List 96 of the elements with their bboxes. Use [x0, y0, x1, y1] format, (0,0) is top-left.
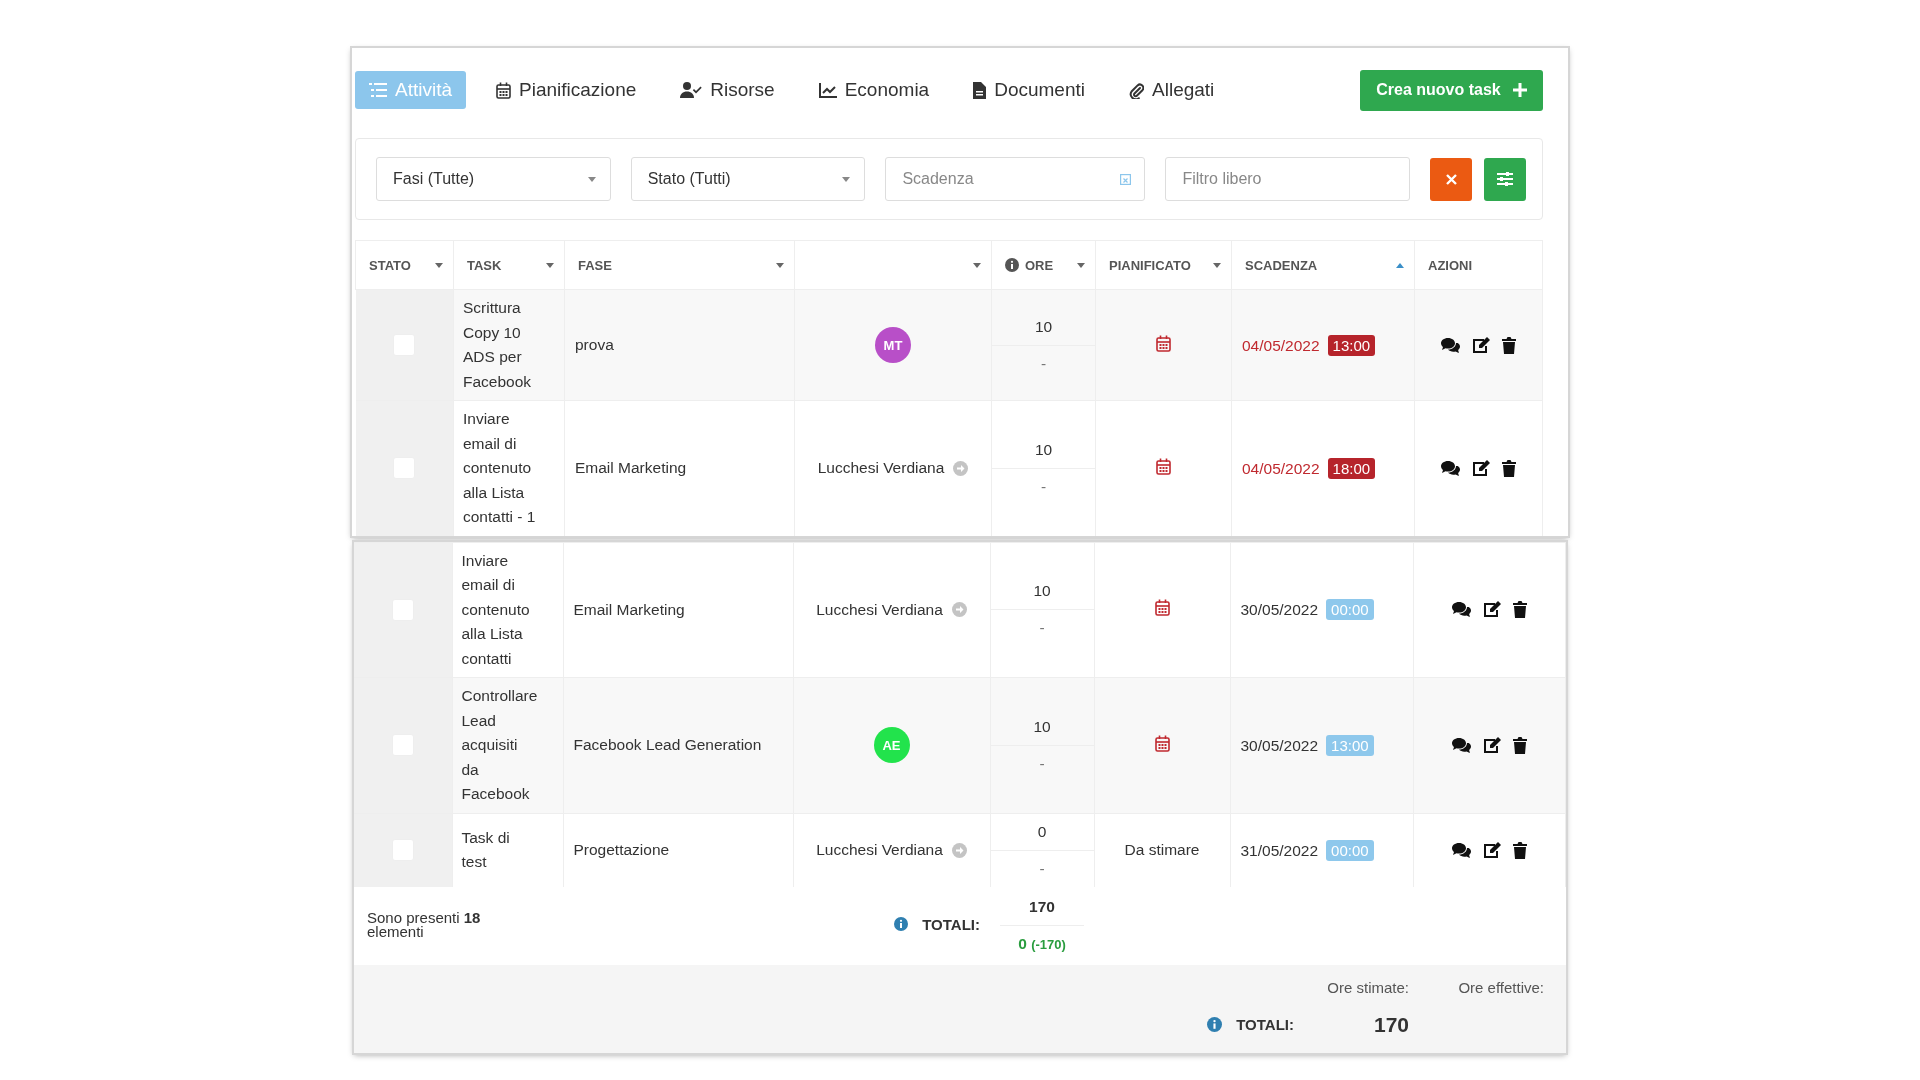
- task-name: Inviare email di contenuto alla Lista contatti: [461, 551, 530, 667]
- info-icon: [1207, 1017, 1223, 1032]
- assignee-name: Lucchesi Verdiana: [816, 600, 943, 619]
- edit-icon[interactable]: [1482, 736, 1501, 754]
- sliders-icon: [1497, 172, 1514, 186]
- comments-icon[interactable]: [1451, 737, 1471, 753]
- comments-icon[interactable]: [1451, 602, 1471, 618]
- estimated-hours: 10: [1033, 582, 1051, 601]
- tab[interactable]: Documenti: [959, 71, 1099, 109]
- actual-hours: -: [1039, 859, 1045, 878]
- filter-settings-button[interactable]: [1484, 157, 1526, 201]
- caret-down-icon[interactable]: [973, 262, 981, 268]
- actual-hours: -: [1039, 754, 1045, 773]
- avatar: MT: [875, 327, 911, 363]
- item-count: Sono presenti 18 elementi: [367, 910, 482, 939]
- planned-status: Da stimare: [1124, 841, 1200, 858]
- due-time-badge: 13:00: [1327, 334, 1376, 356]
- edit-icon[interactable]: [1482, 841, 1501, 859]
- date-field[interactable]: Scadenza: [885, 157, 1146, 201]
- caret-down-icon[interactable]: [546, 262, 554, 268]
- column-header[interactable]: AZIONI: [1428, 257, 1473, 273]
- task-name: Task di test: [461, 828, 510, 870]
- trash-icon[interactable]: [1512, 601, 1527, 619]
- total-estimated-hours: 170: [1372, 1012, 1409, 1037]
- trash-icon[interactable]: [1512, 841, 1527, 859]
- caret-down-icon: [842, 176, 851, 182]
- total-estimated-hours: 170: [1029, 898, 1055, 916]
- tab[interactable]: Allegati: [1115, 71, 1229, 109]
- estimated-hours: 10: [1034, 317, 1053, 336]
- task-name: Scrittura Copy 10 ADS per Facebook: [463, 299, 532, 390]
- due-date: 04/05/2022: [1242, 336, 1320, 354]
- task-name: Controllare Lead acquisiti da Facebook: [461, 687, 538, 802]
- phase-name: Email Marketing: [573, 600, 685, 618]
- assignee-name: Lucchesi Verdiana: [816, 841, 943, 859]
- document-icon: [973, 81, 987, 99]
- clear-filters-button[interactable]: [1430, 157, 1473, 201]
- column-header[interactable]: PIANIFICATO: [1109, 257, 1191, 273]
- paperclip-icon: [1129, 81, 1144, 99]
- edit-icon[interactable]: [1482, 601, 1501, 619]
- task-name: Inviare email di contenuto alla Lista contatti - 1: [463, 410, 536, 525]
- tab[interactable]: Pianificazione: [482, 71, 651, 109]
- actual-hours: -: [1040, 354, 1047, 373]
- phase-select[interactable]: Fasi (Tutte): [376, 157, 611, 201]
- edit-icon[interactable]: [1472, 459, 1490, 477]
- comments-icon[interactable]: [1441, 460, 1460, 476]
- caret-down-icon[interactable]: [776, 262, 784, 268]
- estimated-hours: 10: [1033, 717, 1051, 736]
- caret-down-icon: [587, 176, 596, 182]
- comments-icon[interactable]: [1451, 842, 1471, 858]
- due-date: 30/05/2022: [1240, 736, 1319, 754]
- column-header[interactable]: STATO: [369, 257, 411, 273]
- comments-icon[interactable]: [1441, 337, 1460, 353]
- column-header[interactable]: SCADENZA: [1245, 257, 1318, 273]
- edit-icon[interactable]: [1472, 336, 1490, 354]
- estimated-hours: 10: [1034, 440, 1053, 459]
- line-chart-icon: [818, 82, 837, 98]
- trash-icon[interactable]: [1502, 459, 1516, 477]
- trash-icon[interactable]: [1512, 736, 1527, 754]
- due-time-badge: 00:00: [1326, 839, 1374, 861]
- column-header[interactable]: ORE: [1025, 257, 1054, 273]
- status-select[interactable]: Stato (Tutti): [630, 157, 866, 201]
- user-check-icon: [680, 82, 703, 98]
- due-time-badge: 00:00: [1326, 599, 1374, 621]
- due-date: 30/05/2022: [1240, 601, 1319, 619]
- trash-icon[interactable]: [1502, 336, 1516, 354]
- due-time-badge: 13:00: [1326, 734, 1374, 756]
- tab[interactable]: Economia: [804, 71, 944, 109]
- column-header[interactable]: TASK: [467, 257, 502, 273]
- caret-down-icon[interactable]: [435, 262, 443, 268]
- due-time-badge: 18:00: [1327, 457, 1376, 479]
- totals-label: TOTALI:: [922, 915, 980, 933]
- phase-name: prova: [575, 336, 614, 353]
- totals-label: TOTALI:: [1236, 1016, 1294, 1033]
- assignee-name: Lucchesi Verdiana: [817, 459, 945, 478]
- info-icon: [894, 917, 909, 932]
- actual-hours-label: Ore effettive:: [1457, 979, 1544, 996]
- plus-icon: [1512, 83, 1527, 97]
- list-icon: [369, 82, 387, 98]
- caret-down-icon[interactable]: [1077, 262, 1085, 268]
- phase-name: Progettazione: [573, 841, 670, 858]
- avatar: AE: [873, 727, 910, 764]
- actual-hours: -: [1040, 477, 1047, 496]
- phase-name: Email Marketing: [575, 459, 687, 477]
- estimated-hours: 0: [1037, 822, 1047, 841]
- due-date: 04/05/2022: [1242, 459, 1320, 477]
- column-header[interactable]: FASE: [578, 257, 612, 273]
- close-icon: [1445, 173, 1457, 185]
- actual-hours: -: [1039, 619, 1045, 638]
- tab[interactable]: Risorse: [666, 71, 789, 109]
- estimated-hours-label: Ore stimate:: [1326, 979, 1409, 996]
- phase-name: Facebook Lead Generation: [573, 736, 762, 754]
- total-actual-hours: 0 (-170): [1018, 935, 1066, 953]
- search-field[interactable]: Filtro libero: [1165, 157, 1411, 201]
- caret-down-icon[interactable]: [1213, 262, 1221, 268]
- due-date: 31/05/2022: [1240, 841, 1319, 859]
- sort-ascending-icon[interactable]: [1396, 262, 1404, 268]
